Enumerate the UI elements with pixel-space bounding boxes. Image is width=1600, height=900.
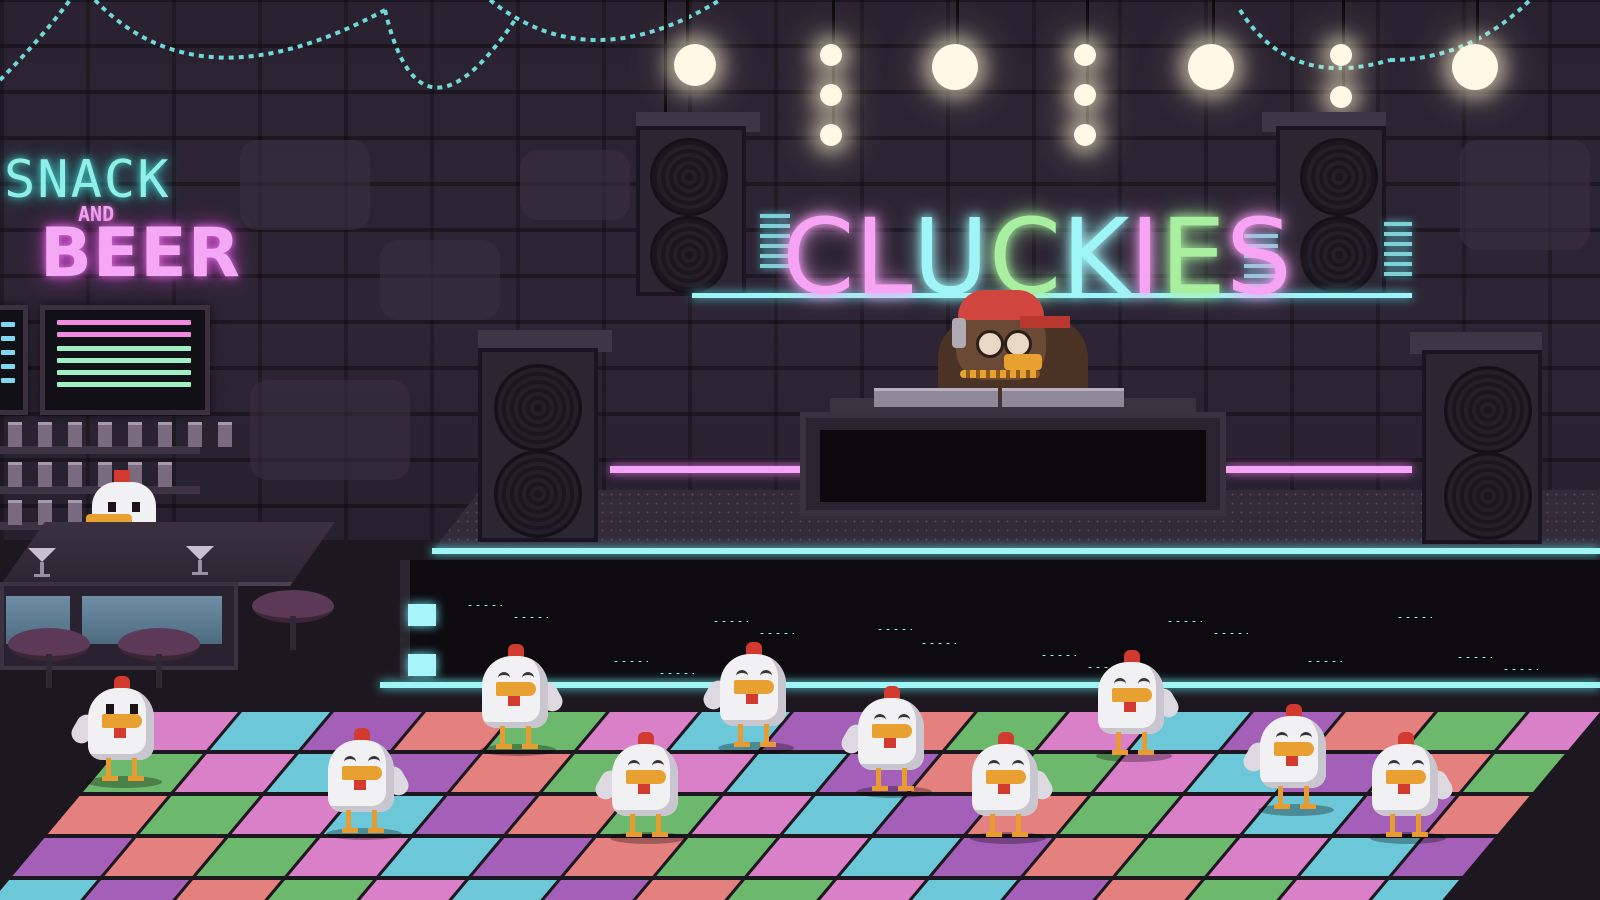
beer-glass-icon — [98, 422, 112, 447]
light-bulb-icon — [820, 124, 842, 146]
club-name-letter: I — [1129, 196, 1161, 318]
stage-led-strip — [512, 616, 548, 619]
dancing-chicken — [470, 626, 567, 756]
light-bulb-icon — [1188, 44, 1234, 90]
cap-brim — [1020, 316, 1070, 328]
dj-booth-front — [820, 430, 1206, 502]
light-bulb-icon — [820, 84, 842, 106]
stage-led-strip — [1502, 668, 1538, 671]
dancing-chicken — [837, 668, 936, 798]
dance-floor-tile — [0, 880, 98, 900]
dancing-chicken — [591, 714, 690, 844]
dancing-chicken — [1239, 686, 1338, 816]
light-bulb-icon — [1452, 44, 1498, 90]
dj-beak — [1004, 354, 1042, 370]
dancing-chicken — [699, 624, 798, 754]
speaker-icon — [1276, 126, 1386, 296]
stage-floor-neon-edge — [380, 682, 1600, 688]
light-bulb-icon — [1074, 124, 1096, 146]
beer-glass-icon — [38, 462, 52, 487]
beer-glass-icon — [188, 422, 202, 447]
beer-glass-icon — [218, 422, 232, 447]
club-name-letter: S — [1225, 196, 1292, 318]
dancing-chicken — [960, 714, 1057, 844]
beer-glass-icon — [68, 462, 82, 487]
neon-stripes — [1384, 222, 1412, 282]
stage-front — [400, 560, 1600, 678]
stage-led-strip — [1456, 656, 1492, 659]
wall-stone — [380, 240, 500, 320]
nightclub-scene: SNACK AND BEER CLUCKIES — [0, 0, 1600, 900]
neon-rail — [610, 466, 810, 473]
beer-glass-icon — [38, 422, 52, 447]
beer-sign: BEER — [40, 214, 242, 293]
stage-led-strip — [466, 604, 502, 607]
stage-led-strip — [1212, 632, 1248, 635]
martini-glass-icon — [28, 548, 56, 577]
stage-led-strip — [920, 642, 956, 645]
dancing-chicken — [316, 710, 413, 840]
dancing-chicken — [1360, 714, 1457, 844]
martini-glass-icon — [186, 546, 214, 575]
menu-board-left — [0, 305, 28, 415]
stage-led-strip — [712, 620, 748, 623]
club-name-letter: L — [854, 196, 913, 318]
speaker-icon — [1422, 350, 1542, 544]
light-bulb-icon — [1074, 84, 1096, 106]
beer-glass-icon — [128, 422, 142, 447]
neon-rail — [1226, 466, 1412, 473]
headphones-icon — [952, 318, 966, 348]
wall-stone — [250, 380, 410, 480]
light-bulb-icon — [932, 44, 978, 90]
speaker-icon — [636, 126, 746, 296]
light-wire — [664, 0, 667, 118]
dancing-chicken — [1086, 632, 1183, 762]
speaker-icon — [478, 348, 598, 542]
light-bulb-icon — [674, 44, 716, 86]
stage-led-strip — [1306, 660, 1342, 663]
dance-floor-row — [0, 880, 1600, 900]
stage-led-strip — [876, 628, 912, 631]
dj-eye — [976, 330, 1004, 358]
bar-shelf — [0, 446, 200, 454]
stage-led-strip — [1040, 654, 1076, 657]
beer-glass-icon — [158, 422, 172, 447]
beer-glass-icon — [8, 422, 22, 447]
light-bulb-icon — [820, 44, 842, 66]
gold-chain-icon — [960, 370, 1040, 378]
stage-led-strip — [1396, 616, 1432, 619]
stage-led-strip — [1166, 620, 1202, 623]
turntable-deck — [1002, 388, 1124, 407]
light-bulb-icon — [1330, 86, 1352, 108]
menu-board — [40, 305, 210, 415]
beer-glass-icon — [8, 500, 22, 525]
club-name-letter: C — [782, 196, 855, 318]
chicken-by-bar — [67, 658, 166, 788]
light-bulb-icon — [1074, 44, 1096, 66]
stage-light — [408, 604, 436, 626]
stool-leg — [290, 616, 296, 650]
stage-led-strip — [658, 672, 694, 675]
light-bulb-icon — [1330, 44, 1352, 66]
wall-stone — [520, 150, 630, 220]
club-name-letter: K — [1061, 196, 1130, 318]
club-name-letter: E — [1160, 196, 1226, 318]
snack-sign: SNACK — [4, 150, 171, 210]
dance-floor-row — [82, 754, 1600, 792]
stage-light — [408, 654, 436, 676]
beer-glass-icon — [8, 462, 22, 487]
stage-neon-edge — [432, 548, 1600, 554]
beer-glass-icon — [68, 422, 82, 447]
turntable-deck — [874, 388, 998, 407]
dance-floor-row — [12, 838, 1600, 876]
stage-led-strip — [612, 660, 648, 663]
stool-leg — [46, 654, 52, 688]
